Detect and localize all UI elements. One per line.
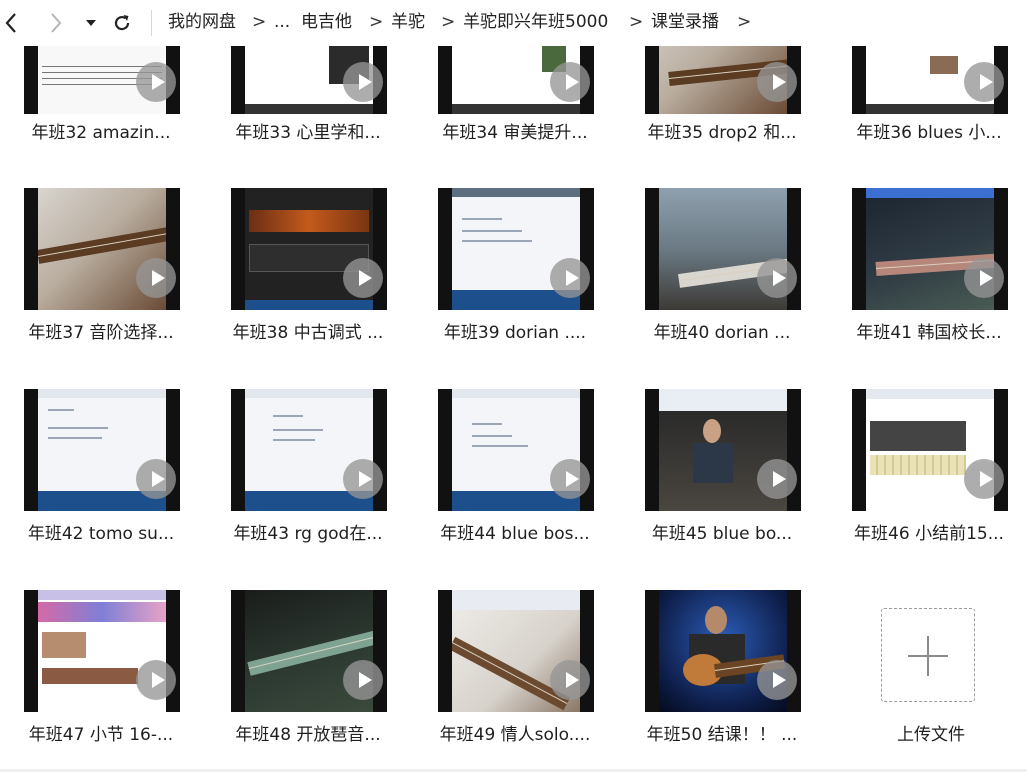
play-icon[interactable] xyxy=(757,258,797,298)
play-icon[interactable] xyxy=(343,660,383,700)
file-name[interactable]: 年班32 amazin... xyxy=(0,122,204,144)
video-thumbnail[interactable] xyxy=(438,46,594,114)
video-thumbnail[interactable] xyxy=(852,188,1008,310)
video-file-item[interactable]: 年班43 rg god在... xyxy=(207,389,397,579)
play-icon[interactable] xyxy=(136,258,176,298)
play-icon[interactable] xyxy=(757,459,797,499)
video-file-item[interactable]: 年班42 tomo su... xyxy=(0,389,190,579)
breadcrumb-item[interactable]: 电吉他 xyxy=(301,11,352,33)
play-icon[interactable] xyxy=(136,459,176,499)
play-icon[interactable] xyxy=(136,62,176,102)
video-thumbnail[interactable] xyxy=(852,389,1008,511)
video-file-item[interactable]: 年班35 drop2 和... xyxy=(621,46,811,206)
play-icon[interactable] xyxy=(550,258,590,298)
video-file-item[interactable]: 年班50 结课！！ ... xyxy=(621,590,811,772)
file-name[interactable]: 年班50 结课！！ ... xyxy=(619,724,825,746)
breadcrumb: 我的网盘 > ... 电吉他 > 羊驼 > 羊驼即兴年班5000 > 课堂录播 … xyxy=(0,0,1027,46)
breadcrumb-item[interactable]: 课堂录播 xyxy=(651,11,719,33)
upload-label[interactable]: 上传文件 xyxy=(828,724,1027,746)
play-icon[interactable] xyxy=(343,258,383,298)
video-file-item[interactable]: 年班37 音阶选择... xyxy=(0,188,190,378)
video-thumbnail[interactable] xyxy=(24,46,180,114)
play-icon[interactable] xyxy=(550,62,590,102)
video-thumbnail[interactable] xyxy=(438,188,594,310)
file-name[interactable]: 年班34 审美提升... xyxy=(412,122,618,144)
file-name[interactable]: 年班46 小结前15... xyxy=(826,523,1027,545)
video-file-item[interactable]: 年班39 dorian .... xyxy=(414,188,604,378)
upload-file-button[interactable] xyxy=(881,608,975,702)
video-file-item[interactable]: 年班33 心里学和... xyxy=(207,46,397,206)
breadcrumb-item[interactable]: 羊驼 xyxy=(391,11,425,33)
file-name[interactable]: 年班49 情人solo.... xyxy=(412,724,618,746)
video-file-item[interactable]: 年班40 dorian ... xyxy=(621,188,811,378)
video-file-item[interactable]: 年班38 中古调式 ... xyxy=(207,188,397,378)
play-icon[interactable] xyxy=(964,258,1004,298)
play-icon[interactable] xyxy=(964,62,1004,102)
video-file-item[interactable]: 年班41 韩国校长... xyxy=(828,188,1018,378)
video-thumbnail[interactable] xyxy=(24,188,180,310)
breadcrumb-separator: > xyxy=(441,12,456,32)
video-thumbnail[interactable] xyxy=(645,188,801,310)
video-thumbnail[interactable] xyxy=(231,389,387,511)
video-thumbnail[interactable] xyxy=(438,389,594,511)
video-file-item[interactable]: 年班36 blues 小... xyxy=(828,46,1018,206)
play-icon[interactable] xyxy=(343,459,383,499)
play-icon[interactable] xyxy=(757,660,797,700)
play-icon[interactable] xyxy=(964,459,1004,499)
file-grid: 年班32 amazin... 年班33 心里学和... 年班34 审美提升... xyxy=(0,46,1027,772)
video-file-item[interactable]: 年班49 情人solo.... xyxy=(414,590,604,772)
video-thumbnail[interactable] xyxy=(231,188,387,310)
play-icon[interactable] xyxy=(136,660,176,700)
file-name[interactable]: 年班37 音阶选择... xyxy=(0,322,204,344)
file-name[interactable]: 年班38 中古调式 ... xyxy=(205,322,411,344)
breadcrumb-separator: > xyxy=(737,12,752,32)
breadcrumb-separator: > xyxy=(252,12,267,32)
play-icon[interactable] xyxy=(550,459,590,499)
play-icon[interactable] xyxy=(343,62,383,102)
video-file-item[interactable]: 年班45 blue bo... xyxy=(621,389,811,579)
video-thumbnail[interactable] xyxy=(24,389,180,511)
video-file-item[interactable]: 年班44 blue bos... xyxy=(414,389,604,579)
file-name[interactable]: 年班45 blue bo... xyxy=(619,523,825,545)
video-thumbnail[interactable] xyxy=(231,590,387,712)
play-icon[interactable] xyxy=(757,62,797,102)
video-file-item[interactable]: 年班47 小节 16-... xyxy=(0,590,190,772)
file-name[interactable]: 年班42 tomo su... xyxy=(0,523,204,545)
video-thumbnail[interactable] xyxy=(645,46,801,114)
video-thumbnail[interactable] xyxy=(438,590,594,712)
video-file-item[interactable]: 年班48 开放琶音... xyxy=(207,590,397,772)
file-name[interactable]: 年班40 dorian ... xyxy=(619,322,825,344)
video-file-item[interactable]: 年班34 审美提升... xyxy=(414,46,604,206)
file-name[interactable]: 年班48 开放琶音... xyxy=(205,724,411,746)
file-name[interactable]: 年班36 blues 小... xyxy=(826,122,1027,144)
breadcrumb-separator: > xyxy=(629,12,644,32)
breadcrumb-item[interactable]: ... xyxy=(274,11,290,33)
play-icon[interactable] xyxy=(550,660,590,700)
video-thumbnail[interactable] xyxy=(645,389,801,511)
file-name[interactable]: 年班33 心里学和... xyxy=(205,122,411,144)
file-name[interactable]: 年班41 韩国校长... xyxy=(826,322,1027,344)
file-name[interactable]: 年班47 小节 16-... xyxy=(0,724,204,746)
video-file-item[interactable]: 年班46 小结前15... xyxy=(828,389,1018,579)
toolbar: 我的网盘 > ... 电吉他 > 羊驼 > 羊驼即兴年班5000 > 课堂录播 … xyxy=(0,0,1027,46)
breadcrumb-item[interactable]: 我的网盘 xyxy=(168,11,236,33)
file-name[interactable]: 年班44 blue bos... xyxy=(412,523,618,545)
video-thumbnail[interactable] xyxy=(852,46,1008,114)
video-thumbnail[interactable] xyxy=(645,590,801,712)
breadcrumb-item[interactable]: 羊驼即兴年班5000 xyxy=(463,11,608,33)
video-file-item[interactable]: 年班32 amazin... xyxy=(0,46,190,206)
file-name[interactable]: 年班39 dorian .... xyxy=(412,322,618,344)
file-name[interactable]: 年班35 drop2 和... xyxy=(619,122,825,144)
video-thumbnail[interactable] xyxy=(231,46,387,114)
plus-icon xyxy=(927,636,929,676)
breadcrumb-separator: > xyxy=(369,12,384,32)
file-name[interactable]: 年班43 rg god在... xyxy=(205,523,411,545)
video-thumbnail[interactable] xyxy=(24,590,180,712)
